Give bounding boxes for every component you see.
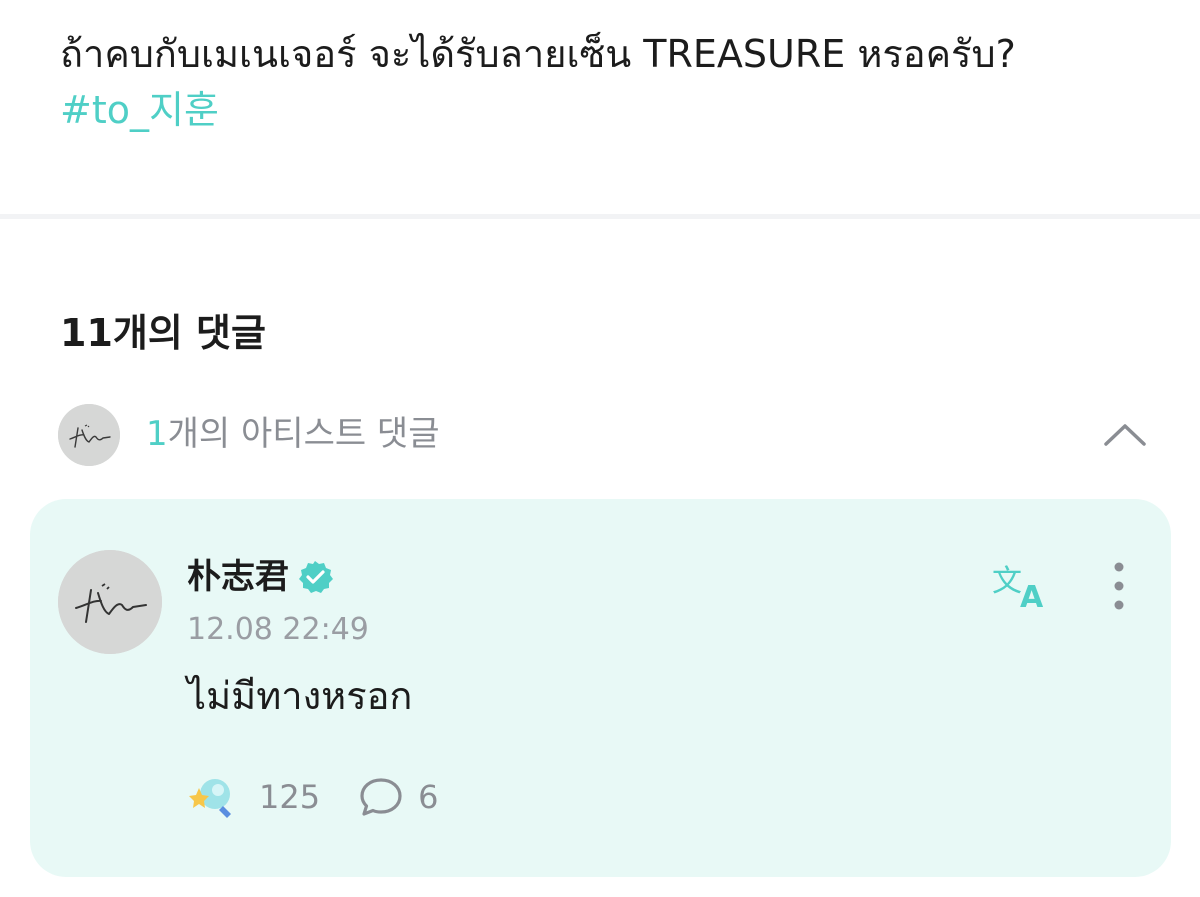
- artist-avatar-small: [58, 404, 120, 466]
- artist-comments-label: 1개의 아티스트 댓글: [146, 411, 440, 457]
- artist-comments-text: 개의 아티스트 댓글: [167, 414, 440, 454]
- artist-comments-toggle[interactable]: 1개의 아티스트 댓글: [58, 404, 1148, 466]
- verified-badge-icon: [299, 561, 333, 593]
- comment-actions: 125 6: [187, 774, 438, 820]
- post-content: ถ้าคบกับเมเนเจอร์ จะได้รับลายเซ็น TREASU…: [60, 26, 1160, 138]
- comment-timestamp: 12.08 22:49: [187, 612, 369, 647]
- signature-image: [58, 550, 162, 654]
- translate-icon[interactable]: 文 A: [992, 561, 1054, 611]
- comment-bubble-icon[interactable]: [358, 775, 404, 819]
- reply-count: 6: [418, 778, 439, 816]
- artist-avatar[interactable]: [58, 550, 162, 654]
- comments-count-heading: 11개의 댓글: [60, 311, 266, 355]
- more-vertical-icon[interactable]: [1106, 561, 1132, 611]
- svg-text:文: 文: [992, 564, 1022, 599]
- comment-author: 朴志君: [187, 555, 333, 599]
- post-text: ถ้าคบกับเมเนเจอร์ จะได้รับลายเซ็น TREASU…: [60, 32, 1016, 76]
- post-hashtag[interactable]: #to_지훈: [60, 82, 1160, 138]
- author-name[interactable]: 朴志君: [187, 555, 289, 599]
- svg-text:A: A: [1020, 580, 1044, 611]
- chevron-up-icon[interactable]: [1102, 414, 1148, 454]
- artist-comment-card: 朴志君 12.08 22:49 ไม่มีทางหรอก 文 A 125 6: [30, 499, 1171, 877]
- artist-comments-count: 1: [146, 414, 168, 454]
- reaction-icon[interactable]: [187, 774, 239, 820]
- signature-image: [58, 404, 120, 466]
- like-count: 125: [259, 778, 321, 816]
- section-divider: [0, 214, 1200, 219]
- comment-body: ไม่มีทางหรอก: [187, 674, 413, 718]
